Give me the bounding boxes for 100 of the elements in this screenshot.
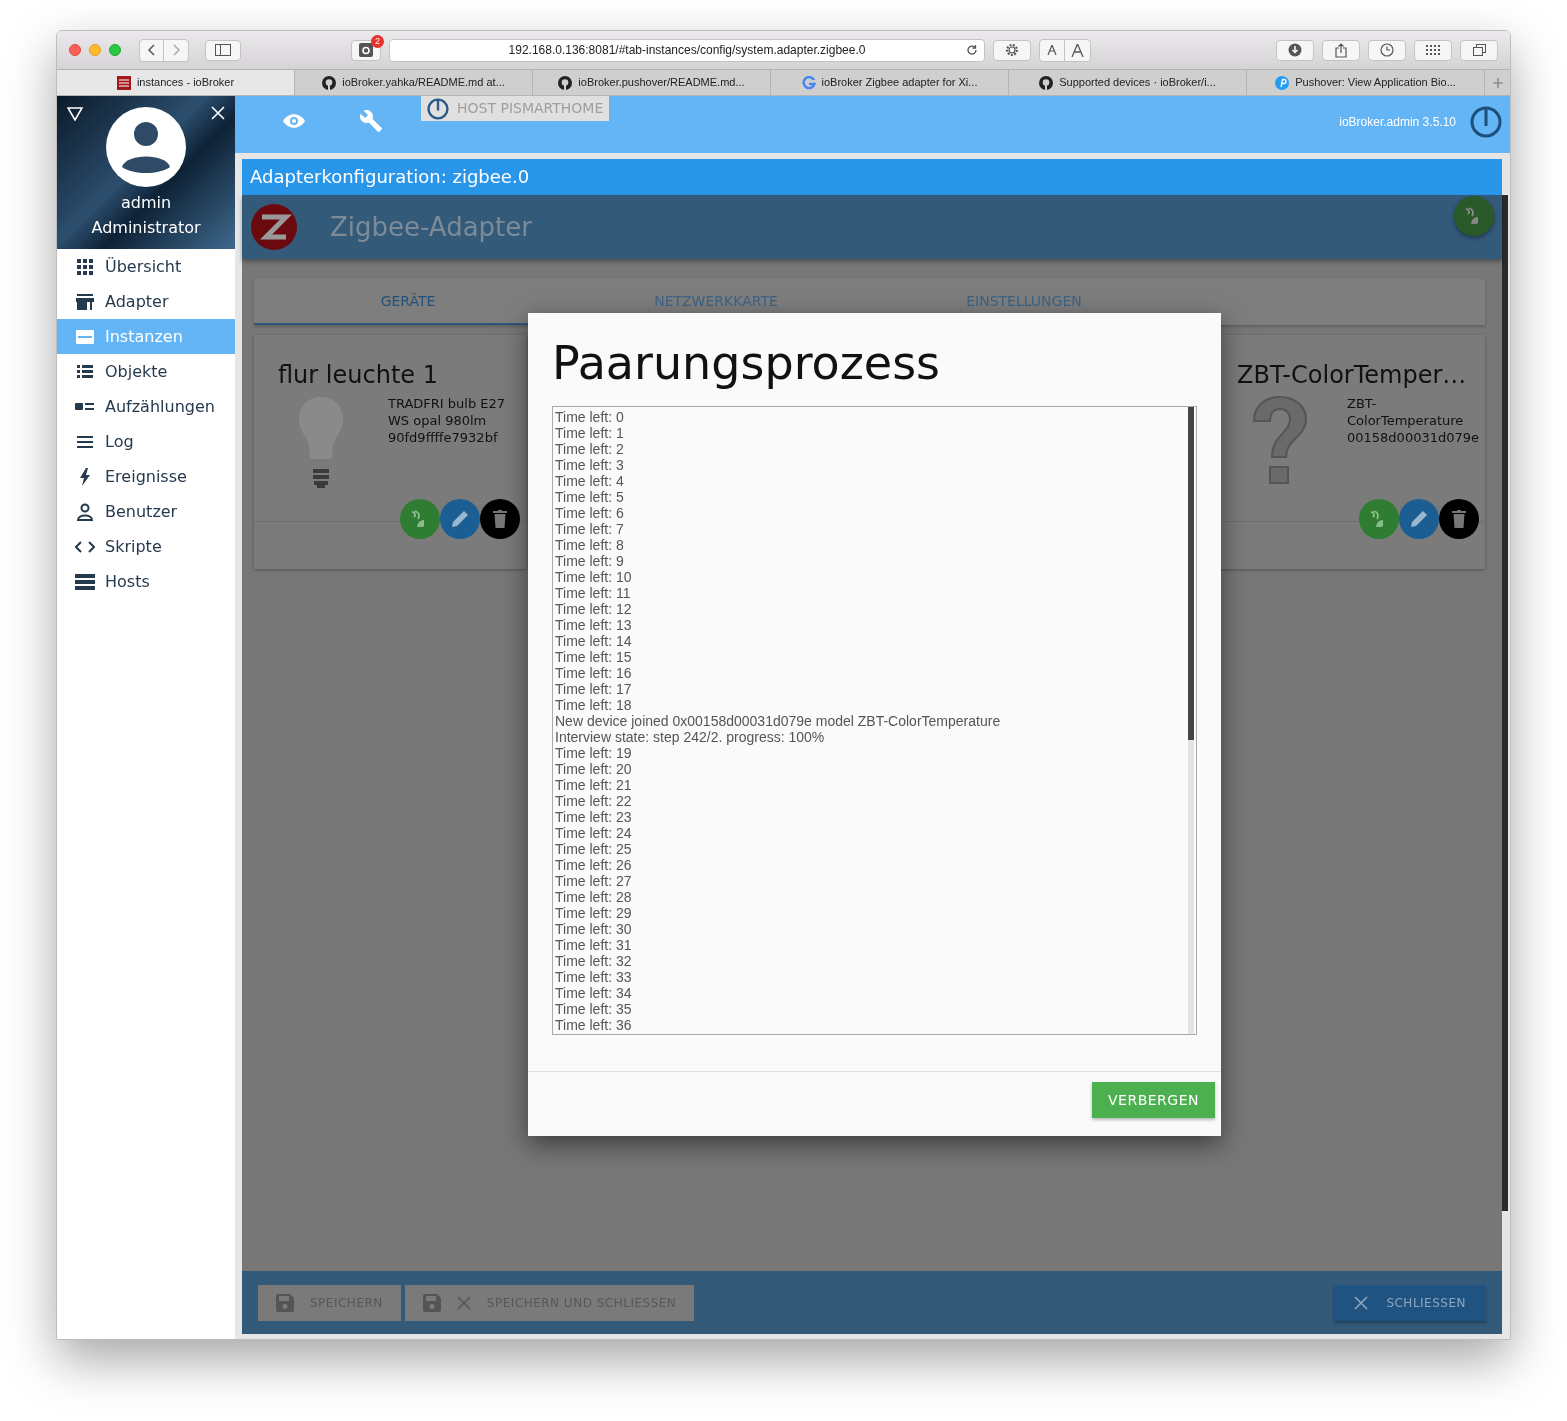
small-letter-icon	[1047, 45, 1057, 55]
gear-icon	[1004, 42, 1020, 58]
power-logo-icon[interactable]	[1470, 106, 1502, 138]
version-label: ioBroker.admin 3.5.10	[1339, 114, 1456, 131]
log-line: Time left: 30	[555, 921, 633, 937]
eye-icon[interactable]	[282, 113, 306, 129]
log-line: Time left: 5	[555, 489, 625, 505]
log-line: Time left: 1	[555, 425, 625, 441]
log-line: Time left: 12	[555, 601, 633, 617]
window-icon	[75, 327, 95, 346]
settings-button[interactable]	[993, 39, 1031, 61]
p-letter-icon	[1275, 75, 1290, 90]
zigbee-logo-icon	[250, 203, 298, 251]
log-line: Time left: 7	[555, 521, 625, 537]
edit-button[interactable]	[1399, 499, 1439, 539]
log-line: Time left: 29	[555, 905, 633, 921]
log-line: Time left: 16	[555, 665, 633, 681]
log-line: Time left: 23	[555, 809, 633, 825]
log-line: Time left: 0	[555, 409, 625, 425]
adapter-name: Zigbee-Adapter	[330, 210, 532, 244]
pairing-button[interactable]	[1359, 499, 1399, 539]
share-icon	[1335, 42, 1347, 58]
site-icon	[116, 75, 131, 90]
person-icon	[75, 502, 95, 521]
log-line: Time left: 11	[555, 585, 632, 601]
top-sites-button[interactable]	[1414, 39, 1452, 61]
log-line: Time left: 10	[555, 569, 633, 585]
close-window-button[interactable]	[69, 44, 81, 56]
log-line: Time left: 32	[555, 953, 633, 969]
device-model: ZBT-ColorTemperature	[1347, 395, 1465, 429]
edit-button[interactable]	[440, 499, 480, 539]
log-line: Time left: 36	[555, 1017, 633, 1033]
history-button[interactable]	[1368, 39, 1406, 61]
dot-grid-icon	[1426, 45, 1440, 55]
avatar-icon	[106, 107, 187, 187]
pairing-button[interactable]	[1454, 196, 1494, 236]
address-bar[interactable]: 192.168.0.136:8081/#tab-instances/config/system.adapter.zigbee.0	[389, 38, 985, 62]
panel-title: Adapterkonfiguration: zigbee.0	[242, 159, 1502, 195]
trash-icon	[493, 510, 507, 528]
device-name: ZBT-ColorTemper…	[1236, 360, 1468, 391]
user-name: admin	[120, 193, 172, 213]
back-chevron-icon	[147, 44, 156, 56]
log-line: Time left: 31	[555, 937, 633, 953]
pairing-button[interactable]	[400, 499, 440, 539]
log-line: Time left: 18	[555, 697, 633, 713]
log-line: Time left: 35	[555, 1001, 633, 1017]
forward-chevron-icon	[172, 44, 180, 56]
log-line: Time left: 28	[555, 889, 633, 905]
pencil-icon	[1410, 510, 1428, 528]
server-icon	[75, 572, 95, 591]
delete-button[interactable]	[1439, 499, 1479, 539]
clock-icon	[1380, 43, 1394, 57]
close-icon	[1354, 1295, 1369, 1310]
zoom-window-button[interactable]	[109, 44, 121, 56]
downloads-button[interactable]	[1276, 39, 1314, 61]
log-line: Time left: 6	[555, 505, 625, 521]
log-line: Time left: 2	[555, 441, 625, 457]
grid-icon	[75, 257, 95, 276]
sidebar-icon	[215, 44, 231, 56]
store-icon	[75, 292, 95, 311]
log-line: Time left: 17	[555, 681, 633, 697]
dropdown-triangle-icon[interactable]	[67, 107, 83, 121]
pencil-icon	[451, 510, 469, 528]
download-icon	[1288, 43, 1302, 57]
log-line: Time left: 33	[555, 969, 633, 985]
device-id: 00158d00031d079e	[1347, 429, 1481, 446]
log-line: Time left: 21	[555, 777, 633, 793]
trash-icon	[1452, 510, 1466, 528]
power-logo-icon	[427, 97, 449, 120]
log-line: Time left: 14	[555, 633, 633, 649]
share-button[interactable]	[1322, 39, 1360, 61]
notification-badge: 2	[371, 34, 384, 48]
g-letter-icon	[801, 75, 816, 90]
overlapping-squares-icon	[1472, 44, 1486, 56]
log-line: Time left: 3	[555, 457, 625, 473]
log-line: Interview state: step 242/2. progress: 100%	[555, 729, 826, 745]
log-line: Time left: 15	[555, 649, 633, 665]
plus-icon	[1492, 77, 1503, 88]
tab-overview-button[interactable]	[1460, 39, 1498, 61]
list-icon	[75, 362, 95, 381]
log-line: Time left: 22	[555, 793, 633, 809]
device-id: 90fd9ffffe7932bf	[388, 429, 499, 446]
large-letter-icon	[1071, 43, 1084, 57]
log-line: Time left: 24	[555, 825, 633, 841]
log-line: Time left: 4	[555, 473, 625, 489]
reload-icon[interactable]	[966, 44, 978, 56]
log-line: Time left: 34	[555, 985, 633, 1001]
device-model: TRADFRI bulb E27 WS opal 980lm	[388, 395, 507, 429]
log-line: New device joined 0x00158d00031d079e model ZBT-ColorTemperature	[555, 713, 1002, 729]
log-line: Time left: 13	[555, 617, 633, 633]
sidebar-toggle-button[interactable]	[205, 39, 241, 61]
log-line: Time left: 27	[555, 873, 633, 889]
delete-button[interactable]	[480, 499, 520, 539]
log-line: Time left: 25	[555, 841, 633, 857]
wrench-icon[interactable]	[359, 109, 383, 133]
log-line: Time left: 8	[555, 537, 625, 553]
device-name: flur leuchte 1	[277, 360, 439, 391]
log-line: Time left: 9	[555, 553, 625, 569]
browser-tab[interactable]: instances - ioBroker	[57, 70, 295, 95]
close-icon[interactable]	[211, 106, 226, 120]
